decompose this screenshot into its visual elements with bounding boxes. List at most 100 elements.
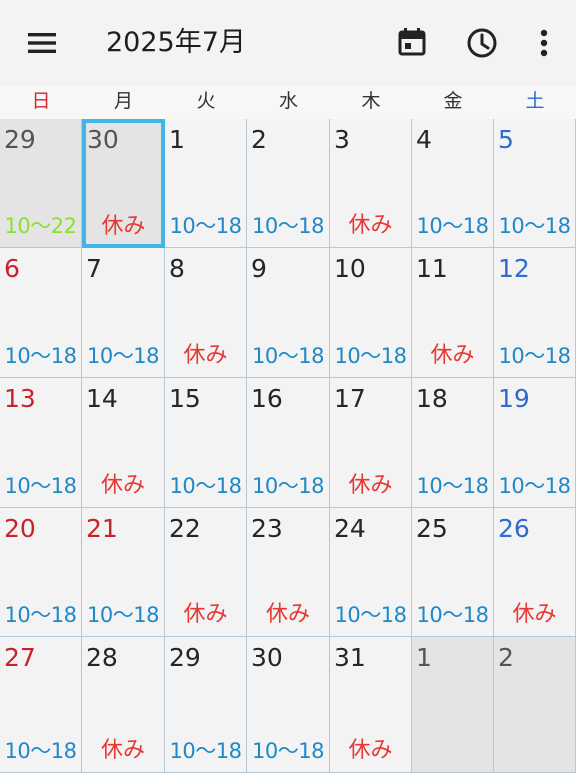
day-cell[interactable]: 29 10〜22 — [0, 119, 82, 248]
weekday-label: 水 — [278, 90, 298, 112]
day-number: 11 — [416, 254, 448, 283]
day-cell[interactable]: 10 10〜18 — [330, 248, 412, 378]
day-cell[interactable]: 12 10〜18 — [494, 248, 576, 378]
weekday-header: 日月火水木金土 — [0, 86, 576, 119]
month-title[interactable]: 2025年7月 — [106, 24, 246, 62]
day-cell[interactable]: 1 — [412, 637, 494, 773]
shift-hours-label: 10〜18 — [334, 603, 407, 627]
day-off-label: 休み — [183, 343, 228, 368]
shift-hours-label: 10〜18 — [4, 603, 77, 627]
shift-hours-label: 10〜18 — [169, 474, 242, 498]
day-off-label: 休み — [348, 473, 393, 498]
shift-hours-label: 10〜18 — [4, 474, 77, 498]
day-cell[interactable]: 23 休み — [247, 508, 330, 637]
more-vert-icon[interactable] — [524, 23, 564, 63]
shift-hours-label: 10〜18 — [87, 344, 159, 368]
day-off-label: 休み — [101, 214, 146, 239]
day-number: 12 — [498, 254, 530, 283]
day-number: 29 — [169, 643, 201, 672]
weekday-label: 木 — [361, 90, 381, 112]
day-off-label: 休み — [183, 602, 228, 627]
day-cell[interactable]: 9 10〜18 — [247, 248, 330, 378]
day-number: 21 — [86, 514, 118, 543]
weekday-label: 日 — [31, 90, 51, 112]
day-cell[interactable]: 6 10〜18 — [0, 248, 82, 378]
shift-hours-label: 10〜18 — [252, 739, 324, 763]
day-number: 18 — [416, 384, 448, 413]
day-cell[interactable]: 2 10〜18 — [247, 119, 330, 248]
shift-hours-label: 10〜18 — [169, 739, 242, 763]
day-cell[interactable]: 28 休み — [82, 637, 165, 773]
day-number: 22 — [169, 514, 201, 543]
day-number: 1 — [416, 643, 432, 672]
hamburger-menu-icon[interactable] — [22, 24, 62, 62]
day-cell[interactable]: 11 休み — [412, 248, 494, 378]
day-number: 15 — [169, 384, 201, 413]
day-off-label: 休み — [430, 343, 475, 368]
day-cell[interactable]: 5 10〜18 — [494, 119, 576, 248]
shift-hours-label: 10〜22 — [4, 214, 77, 238]
day-number: 23 — [251, 514, 283, 543]
day-number: 25 — [416, 514, 448, 543]
day-cell[interactable]: 15 10〜18 — [165, 378, 247, 508]
shift-hours-label: 10〜18 — [252, 214, 324, 238]
day-cell[interactable]: 24 10〜18 — [330, 508, 412, 637]
day-off-label: 休み — [265, 602, 310, 627]
day-cell[interactable]: 30 10〜18 — [247, 637, 330, 773]
day-cell[interactable]: 2 — [494, 637, 576, 773]
day-cell[interactable]: 25 10〜18 — [412, 508, 494, 637]
day-cell[interactable]: 18 10〜18 — [412, 378, 494, 508]
day-cell[interactable]: 17 休み — [330, 378, 412, 508]
day-number: 5 — [498, 125, 514, 154]
day-cell[interactable]: 21 10〜18 — [82, 508, 165, 637]
shift-hours-label: 10〜18 — [498, 214, 571, 238]
day-number: 13 — [4, 384, 36, 413]
shift-hours-label: 10〜18 — [498, 344, 571, 368]
day-number: 16 — [251, 384, 283, 413]
day-cell[interactable]: 1 10〜18 — [165, 119, 247, 248]
day-cell[interactable]: 29 10〜18 — [165, 637, 247, 773]
day-number: 8 — [169, 254, 185, 283]
day-number: 1 — [169, 125, 185, 154]
day-number: 29 — [4, 125, 36, 154]
day-number: 26 — [498, 514, 530, 543]
day-number: 19 — [498, 384, 530, 413]
clock-icon[interactable] — [462, 23, 502, 63]
day-cell[interactable]: 19 10〜18 — [494, 378, 576, 508]
day-cell[interactable]: 3 休み — [330, 119, 412, 248]
day-number: 9 — [251, 254, 267, 283]
day-cell-selected[interactable]: 30 休み — [82, 119, 165, 248]
weekday-label: 火 — [196, 90, 216, 112]
app-bar: 2025年7月 — [0, 0, 576, 86]
day-number: 6 — [4, 254, 20, 283]
day-cell[interactable]: 22 休み — [165, 508, 247, 637]
day-cell[interactable]: 27 10〜18 — [0, 637, 82, 773]
day-cell[interactable]: 31 休み — [330, 637, 412, 773]
weekday-label: 金 — [443, 90, 463, 112]
day-number: 2 — [251, 125, 267, 154]
day-cell[interactable]: 13 10〜18 — [0, 378, 82, 508]
day-cell[interactable]: 14 休み — [82, 378, 165, 508]
day-off-label: 休み — [100, 473, 145, 498]
shift-hours-label: 10〜18 — [169, 214, 242, 238]
day-number: 30 — [87, 125, 119, 154]
day-number: 4 — [416, 125, 432, 154]
day-cell[interactable]: 26 休み — [494, 508, 576, 637]
shift-hours-label: 10〜18 — [416, 603, 489, 627]
day-cell[interactable]: 4 10〜18 — [412, 119, 494, 248]
day-off-label: 休み — [512, 602, 557, 627]
shift-hours-label: 10〜18 — [498, 474, 571, 498]
shift-hours-label: 10〜18 — [87, 603, 159, 627]
weekday-label: 月 — [113, 90, 133, 112]
shift-hours-label: 10〜18 — [252, 344, 324, 368]
day-cell[interactable]: 8 休み — [165, 248, 247, 378]
day-cell[interactable]: 20 10〜18 — [0, 508, 82, 637]
day-cell[interactable]: 16 10〜18 — [247, 378, 330, 508]
day-number: 10 — [334, 254, 366, 283]
shift-hours-label: 10〜18 — [4, 344, 77, 368]
day-off-label: 休み — [348, 738, 393, 763]
calendar-today-icon[interactable] — [392, 23, 432, 63]
shift-hours-label: 10〜18 — [416, 474, 489, 498]
day-cell[interactable]: 7 10〜18 — [82, 248, 165, 378]
day-number: 17 — [334, 384, 366, 413]
